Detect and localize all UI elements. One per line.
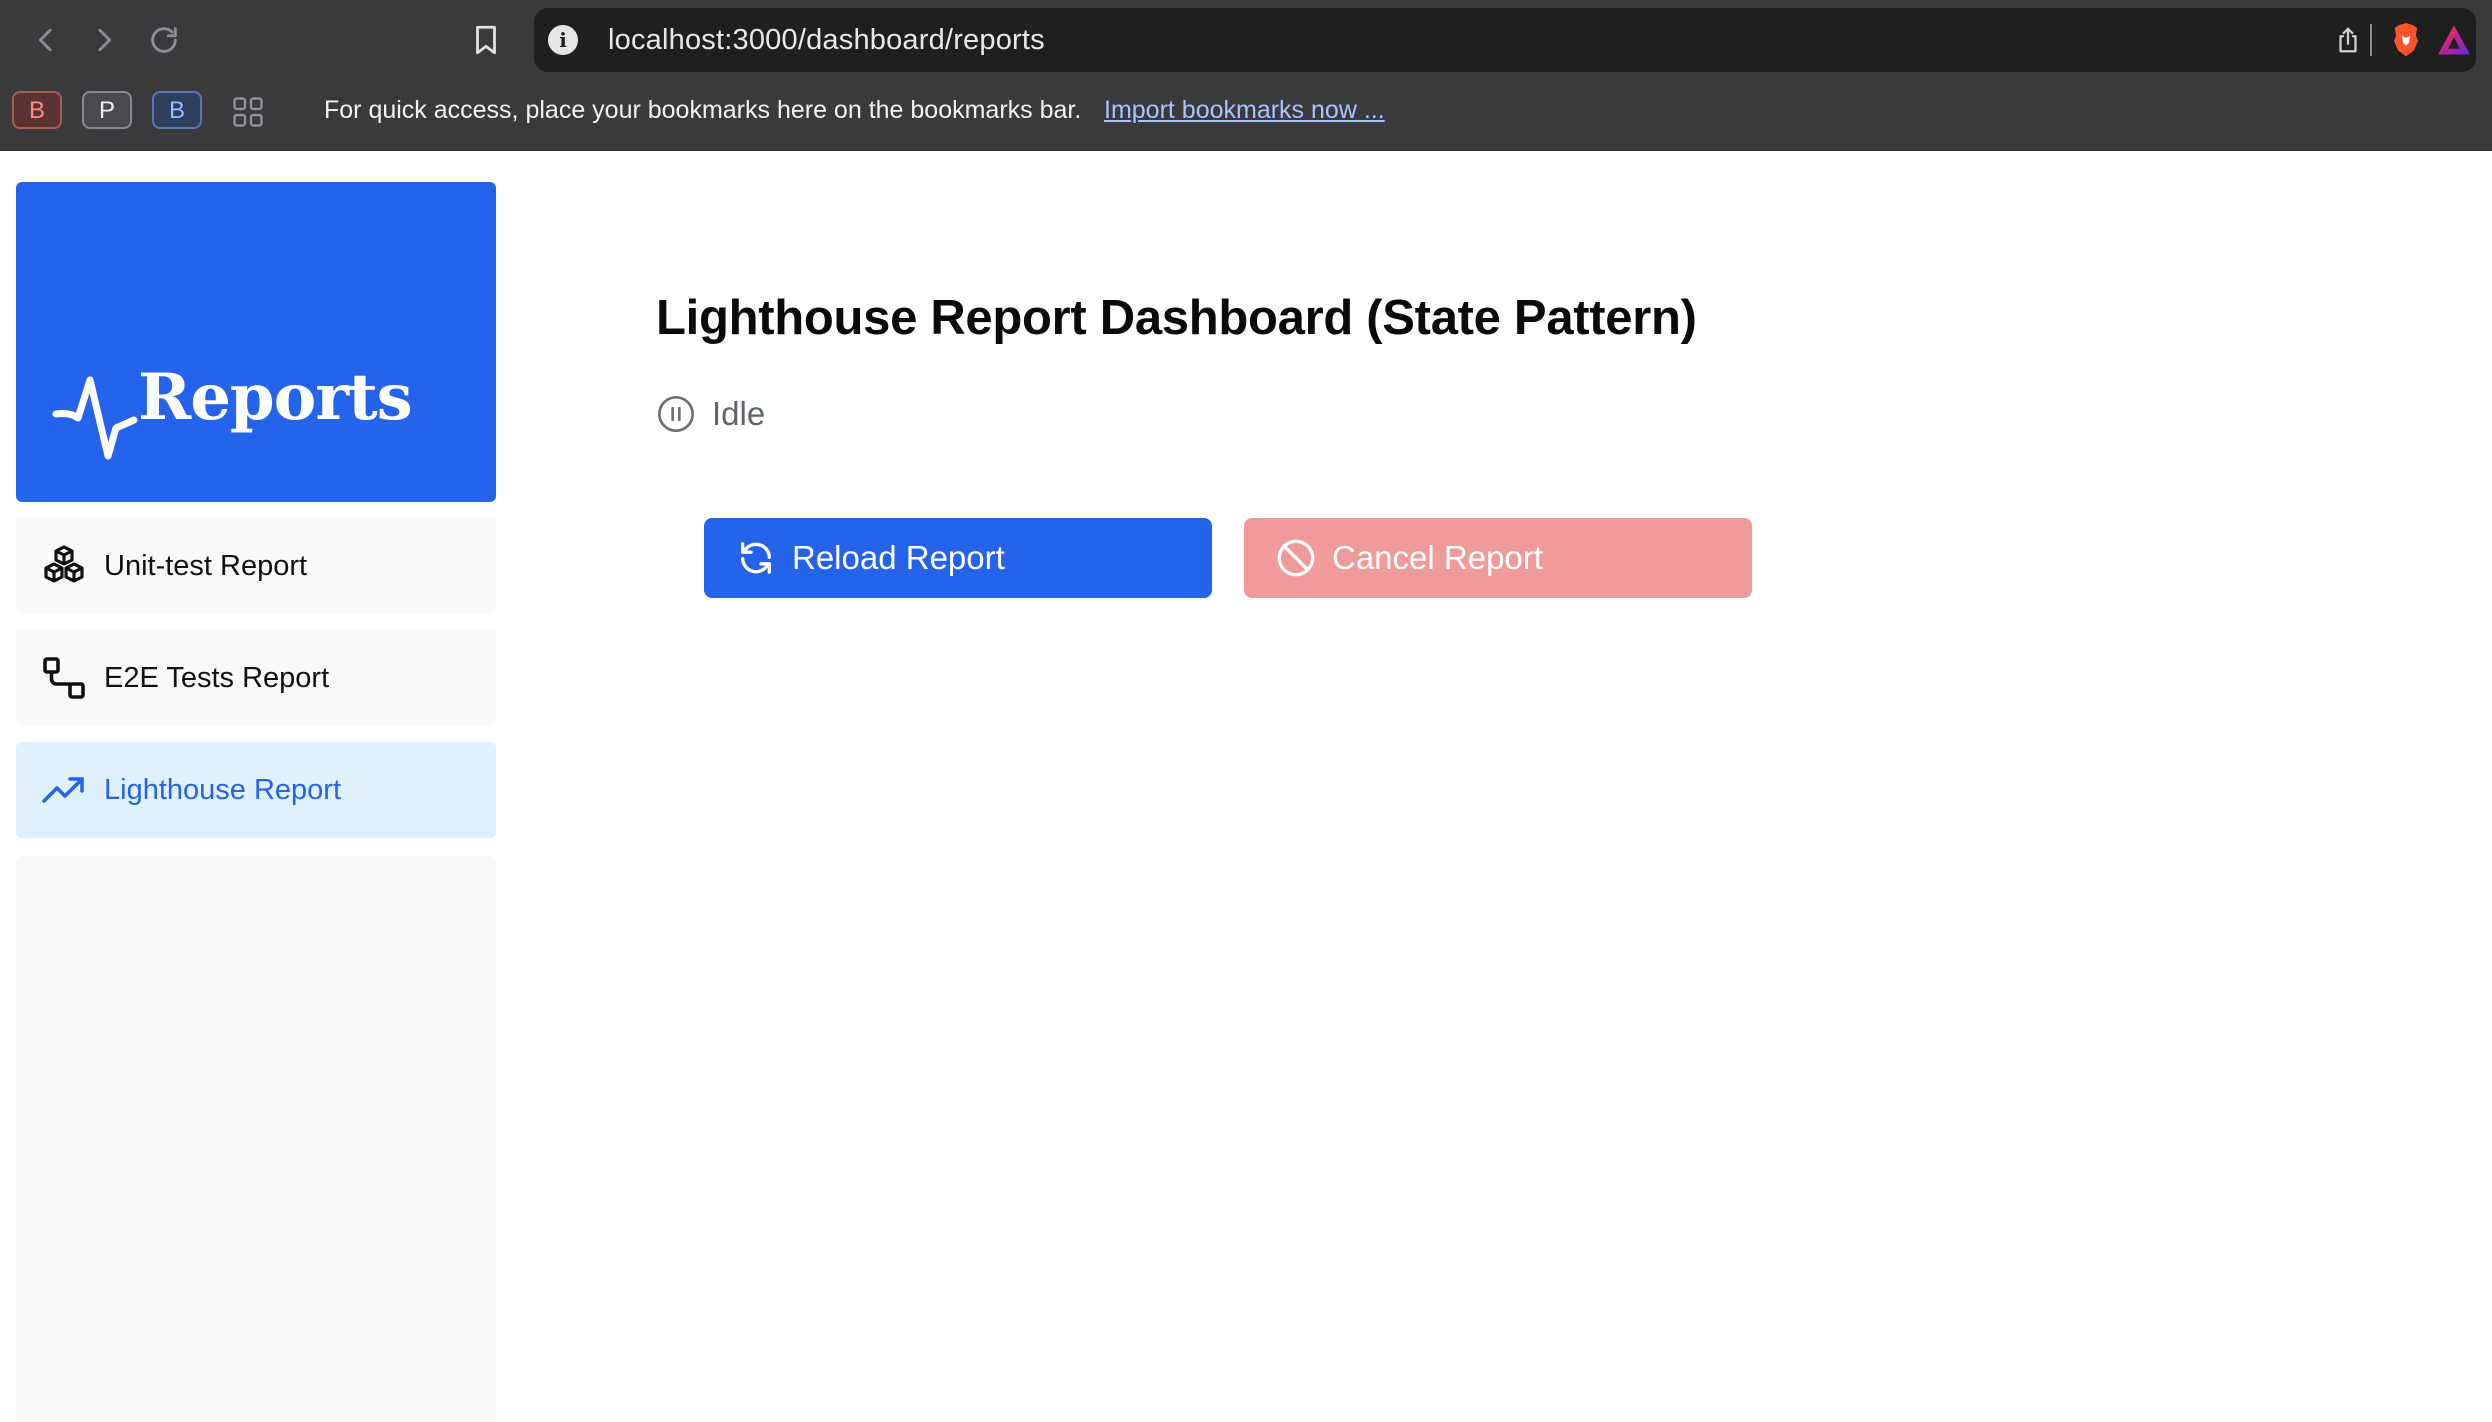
brave-rewards-button[interactable]	[2434, 22, 2474, 58]
apps-button[interactable]	[230, 94, 266, 130]
bookmark-button[interactable]	[462, 16, 510, 64]
flow-squares-icon	[43, 657, 85, 699]
url-text[interactable]: localhost:3000/dashboard/reports	[608, 8, 1045, 72]
cancel-report-label: Cancel Report	[1332, 539, 1543, 576]
sidebar-item-label: E2E Tests Report	[104, 662, 330, 694]
page-title: Lighthouse Report Dashboard (State Patte…	[656, 291, 1697, 345]
info-icon[interactable]: i	[548, 25, 578, 55]
refresh-icon	[741, 542, 771, 574]
sidebar-item-lighthouse-report[interactable]: Lighthouse Report	[16, 742, 496, 838]
back-button[interactable]	[22, 16, 70, 64]
reload-report-label: Reload Report	[792, 539, 1005, 576]
sidebar-empty-panel	[16, 856, 496, 1422]
activity-pulse-icon	[52, 376, 138, 460]
sidebar-item-e2e-tests-report[interactable]: E2E Tests Report	[16, 630, 496, 726]
brave-rewards-icon	[2438, 25, 2470, 55]
reload-page-button[interactable]	[140, 16, 188, 64]
reload-icon	[151, 27, 177, 53]
address-bar[interactable]: i localhost:3000/dashboard/reports	[534, 8, 2476, 72]
forward-arrow-icon	[98, 28, 112, 52]
sidebar-item-unit-test-report[interactable]: Unit-test Report	[16, 518, 496, 614]
pause-circle-icon	[658, 396, 694, 432]
ban-icon	[1277, 539, 1315, 577]
url-divider	[2370, 24, 2372, 56]
profile-badge-b-red[interactable]: B	[12, 91, 62, 129]
bookmarks-hint: For quick access, place your bookmarks h…	[324, 96, 1082, 124]
share-button[interactable]	[2330, 22, 2366, 58]
profile-badge-p[interactable]: P	[82, 91, 132, 129]
reload-report-button[interactable]: Reload Report	[704, 518, 1212, 598]
brave-lion-icon	[2393, 23, 2419, 57]
sidebar-item-label: Unit-test Report	[104, 550, 308, 582]
profile-badge-b-blue[interactable]: B	[152, 91, 202, 129]
cubes-icon	[44, 545, 84, 583]
bookmarks-bar: B P B For quick access, place your bookm…	[0, 80, 2492, 151]
forward-button[interactable]	[80, 16, 128, 64]
apps-grid-icon	[233, 97, 263, 127]
status-label: Idle	[712, 395, 766, 432]
browser-toolbar: i localhost:3000/dashboard/reports	[0, 0, 2492, 80]
share-icon	[2339, 27, 2357, 53]
logo-text: Reports	[138, 360, 413, 435]
bookmark-icon	[476, 25, 496, 55]
import-bookmarks-link[interactable]: Import bookmarks now ...	[1104, 80, 1385, 140]
back-arrow-icon	[38, 28, 52, 52]
reports-logo-card[interactable]: Reports	[16, 182, 496, 502]
trending-up-icon	[42, 777, 84, 803]
sidebar-item-label: Lighthouse Report	[104, 774, 341, 806]
brave-shields-button[interactable]	[2386, 22, 2426, 58]
cancel-report-button[interactable]: Cancel Report	[1244, 518, 1752, 598]
